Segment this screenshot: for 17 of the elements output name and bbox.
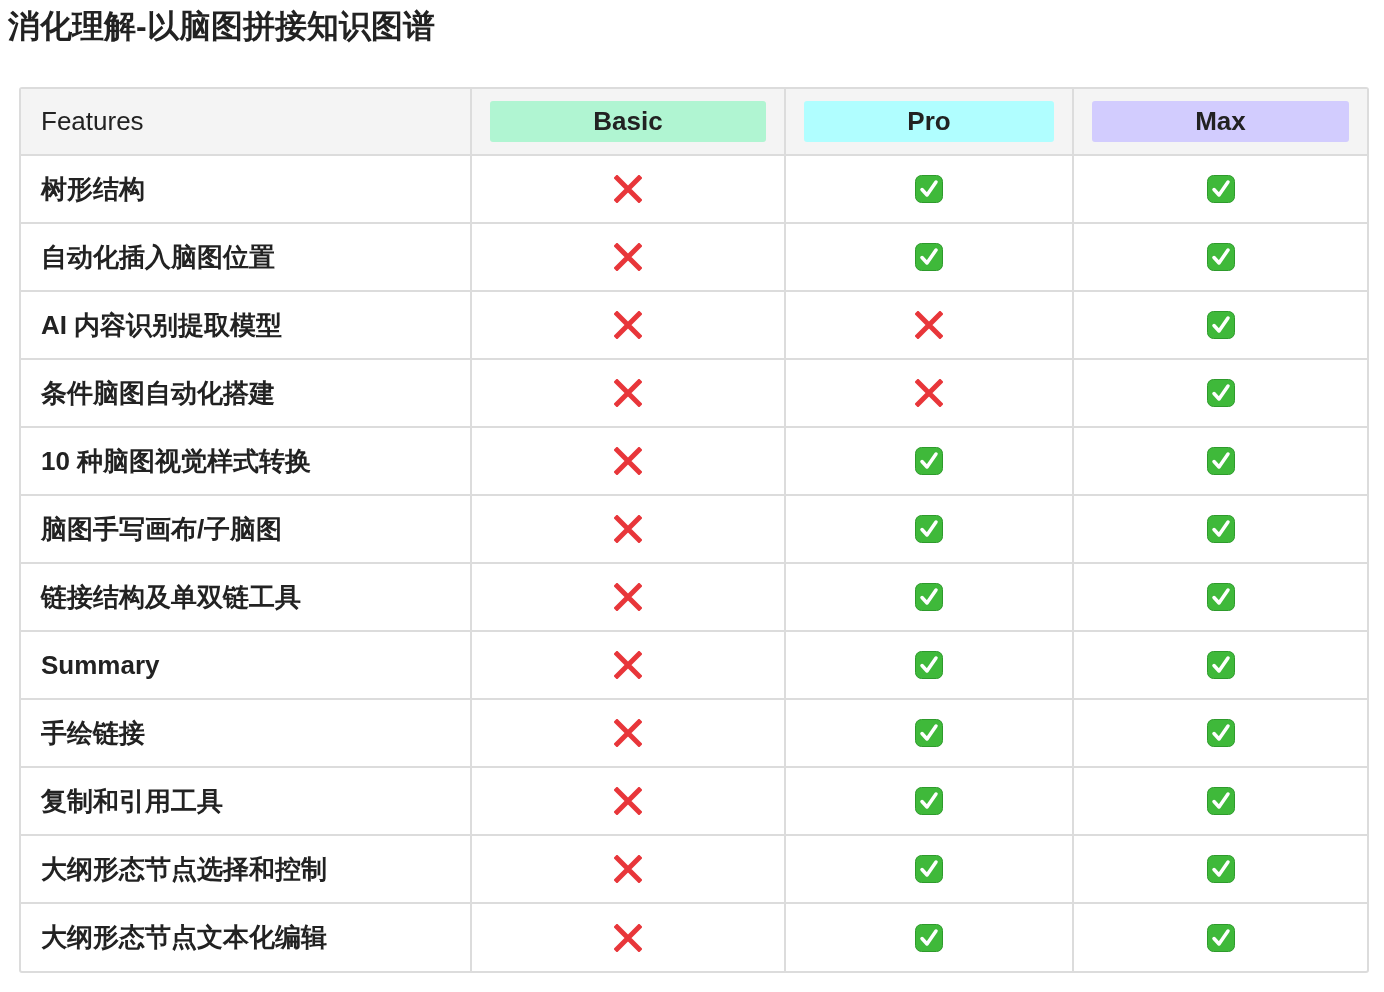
feature-name: 条件脑图自动化搭建 xyxy=(41,377,275,408)
feature-name: 复制和引用工具 xyxy=(41,785,223,816)
feature-name: Summary xyxy=(41,649,160,680)
feature-name: 10 种脑图视觉样式转换 xyxy=(41,445,312,476)
plan-tag: Basic xyxy=(490,101,766,142)
feature-name: 手绘链接 xyxy=(41,717,145,748)
page-title: 消化理解-以脑图拼接知识图谱 xyxy=(8,7,436,46)
feature-name: 链接结构及单双链工具 xyxy=(41,581,301,612)
plan-tag: Max xyxy=(1092,101,1349,142)
feature-name: 大纲形态节点选择和控制 xyxy=(41,853,327,884)
feature-name: 自动化插入脑图位置 xyxy=(41,241,275,272)
column-header: Features xyxy=(41,106,144,136)
feature-name: 大纲形态节点文本化编辑 xyxy=(41,922,327,952)
feature-name: 脑图手写画布/子脑图 xyxy=(41,513,283,544)
feature-name: AI 内容识别提取模型 xyxy=(41,309,283,340)
plan-tag: Pro xyxy=(804,101,1054,142)
feature-name: 树形结构 xyxy=(41,173,145,204)
